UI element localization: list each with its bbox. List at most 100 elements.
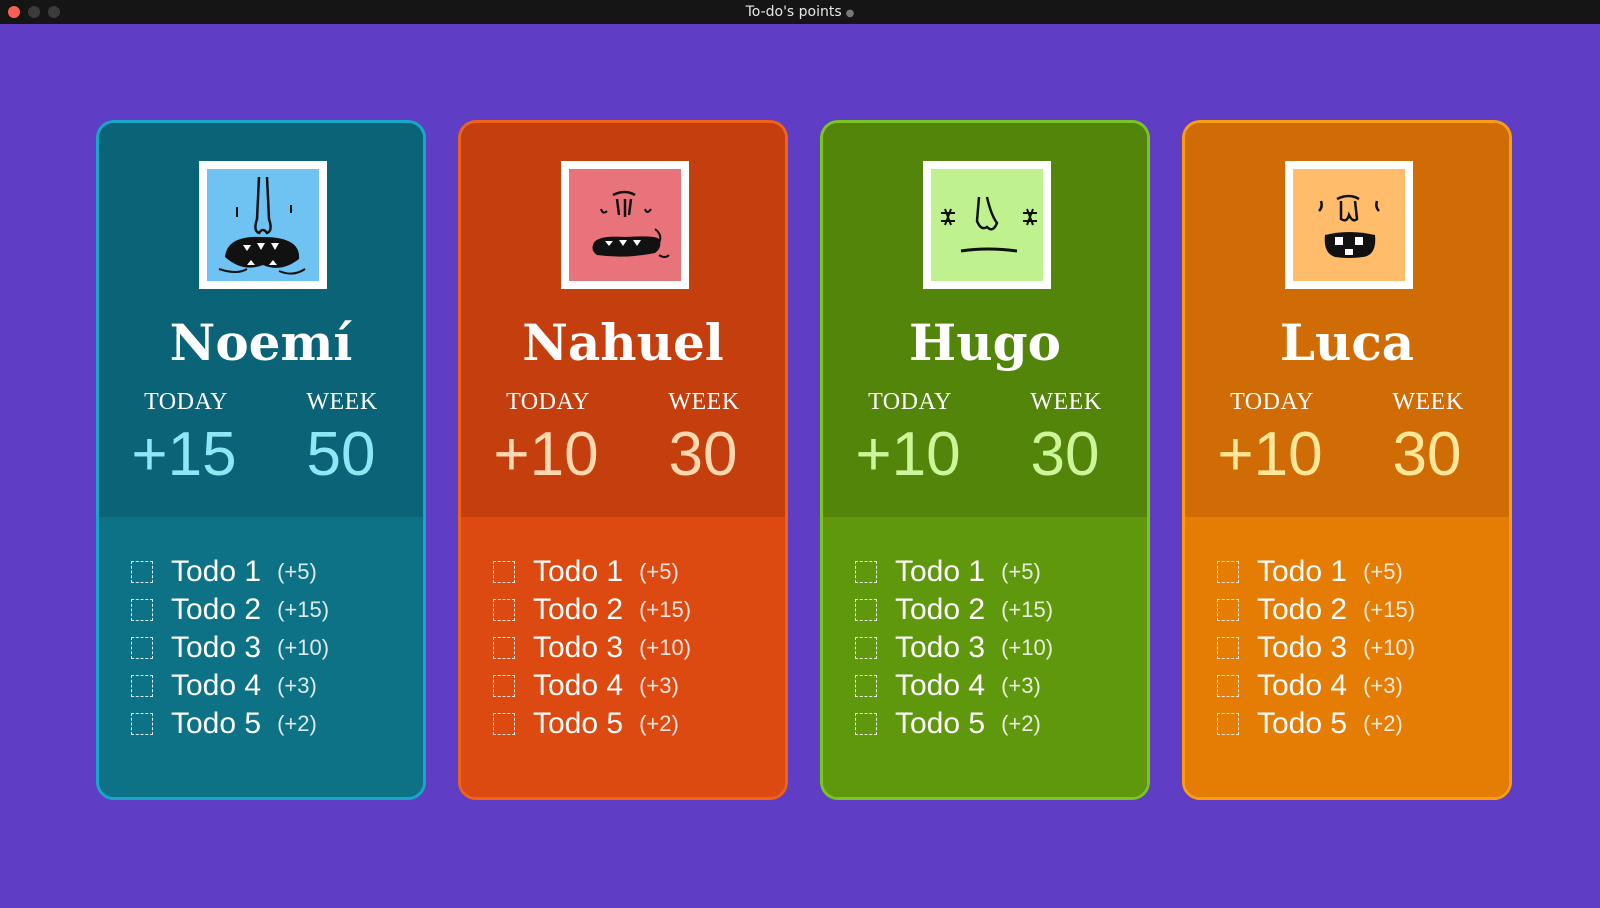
todo-checkbox[interactable] [493,561,515,583]
todo-checkbox[interactable] [493,637,515,659]
todo-points: (+15) [1001,597,1054,622]
todo-title: Todo 1 [1257,555,1348,588]
todo-item: Todo 2 (+15) [1217,591,1415,629]
member-card: Noemí TODAY WEEK +15 50 Todo 1 (+5) Todo … [96,120,426,800]
todo-points: (+15) [639,597,692,622]
avatar [561,161,689,289]
today-points: +10 [1217,420,1323,489]
todo-checkbox[interactable] [131,599,153,621]
todo-checkbox[interactable] [1217,675,1239,697]
todo-item: Todo 1 (+5) [493,553,691,591]
today-label: TODAY [144,389,228,415]
todo-item: Todo 5 (+2) [1217,705,1415,743]
todo-points: (+10) [1001,635,1054,660]
todo-checkbox[interactable] [1217,637,1239,659]
member-card: Nahuel TODAY WEEK +10 30 Todo 1 (+5) Todo… [458,120,788,800]
card-header: Noemí TODAY WEEK +15 50 [99,123,423,517]
todo-checkbox[interactable] [1217,599,1239,621]
todo-checkbox[interactable] [131,561,153,583]
card-header: Luca TODAY WEEK +10 30 [1185,123,1509,517]
todo-title: Todo 4 [533,669,624,702]
todo-title: Todo 5 [171,707,262,740]
todo-panel: Todo 1 (+5) Todo 2 (+15) Todo 3 (+10) Todo … [823,517,1147,797]
todo-points: (+2) [277,711,317,736]
week-label: WEEK [1392,389,1464,415]
todo-checkbox[interactable] [855,713,877,735]
todo-checkbox[interactable] [493,599,515,621]
orange-monster-face-icon [1293,169,1405,281]
todo-item: Todo 3 (+10) [493,629,691,667]
todo-points: (+3) [277,673,317,698]
todo-points: (+5) [1363,559,1403,584]
todo-item: Todo 4 (+3) [855,667,1053,705]
todo-title: Todo 5 [1257,707,1348,740]
today-points: +15 [131,420,237,489]
todo-checkbox[interactable] [131,713,153,735]
today-label: TODAY [506,389,590,415]
week-label: WEEK [1030,389,1102,415]
week-points: 30 [1392,420,1462,489]
todo-checkbox[interactable] [1217,713,1239,735]
todo-title: Todo 4 [895,669,986,702]
green-monster-face-icon [931,169,1043,281]
todo-item: Todo 2 (+15) [855,591,1053,629]
todo-item: Todo 2 (+15) [493,591,691,629]
todo-checkbox[interactable] [493,713,515,735]
todo-item: Todo 3 (+10) [855,629,1053,667]
week-points: 30 [668,420,738,489]
todo-item: Todo 3 (+10) [1217,629,1415,667]
today-label: TODAY [868,389,952,415]
todo-points: (+15) [277,597,330,622]
todo-title: Todo 3 [533,631,624,664]
today-points: +10 [855,420,961,489]
todo-title: Todo 2 [895,593,986,626]
member-card: Hugo TODAY WEEK +10 30 Todo 1 (+5) Todo 2… [820,120,1150,800]
window-title: To-do's points ● [0,0,1600,24]
todo-points: (+5) [639,559,679,584]
todo-list: Todo 1 (+5) Todo 2 (+15) Todo 3 (+10) Todo … [855,553,1053,743]
member-name: Nahuel [522,313,724,372]
todo-item: Todo 1 (+5) [131,553,329,591]
avatar [923,161,1051,289]
blue-monster-face-icon [207,169,319,281]
todo-title: Todo 2 [533,593,624,626]
todo-title: Todo 5 [533,707,624,740]
todo-panel: Todo 1 (+5) Todo 2 (+15) Todo 3 (+10) Todo … [461,517,785,797]
todo-panel: Todo 1 (+5) Todo 2 (+15) Todo 3 (+10) Todo … [1185,517,1509,797]
todo-points: (+2) [639,711,679,736]
todo-checkbox[interactable] [131,675,153,697]
todo-checkbox[interactable] [855,675,877,697]
todo-points: (+10) [277,635,330,660]
todo-title: Todo 1 [171,555,262,588]
todo-item: Todo 3 (+10) [131,629,329,667]
todo-checkbox[interactable] [493,675,515,697]
week-points: 50 [306,420,376,489]
todo-item: Todo 2 (+15) [131,591,329,629]
todo-item: Todo 4 (+3) [1217,667,1415,705]
todo-checkbox[interactable] [855,637,877,659]
todo-points: (+10) [1363,635,1416,660]
todo-checkbox[interactable] [855,561,877,583]
todo-title: Todo 2 [171,593,262,626]
week-label: WEEK [668,389,740,415]
todo-checkbox[interactable] [131,637,153,659]
todo-checkbox[interactable] [855,599,877,621]
avatar [1285,161,1413,289]
todo-title: Todo 1 [533,555,624,588]
todo-title: Todo 4 [1257,669,1348,702]
member-name: Noemí [169,313,353,372]
card-header: Hugo TODAY WEEK +10 30 [823,123,1147,517]
week-label: WEEK [306,389,378,415]
todo-points: (+10) [639,635,692,660]
today-label: TODAY [1230,389,1314,415]
todo-title: Todo 2 [1257,593,1348,626]
todo-item: Todo 1 (+5) [1217,553,1415,591]
member-name: Hugo [909,313,1061,372]
window-title-text: To-do's points [745,4,842,20]
pink-monster-face-icon [569,169,681,281]
todo-points: (+2) [1001,711,1041,736]
todo-points: (+5) [277,559,317,584]
todo-item: Todo 5 (+2) [855,705,1053,743]
todo-item: Todo 4 (+3) [493,667,691,705]
todo-checkbox[interactable] [1217,561,1239,583]
